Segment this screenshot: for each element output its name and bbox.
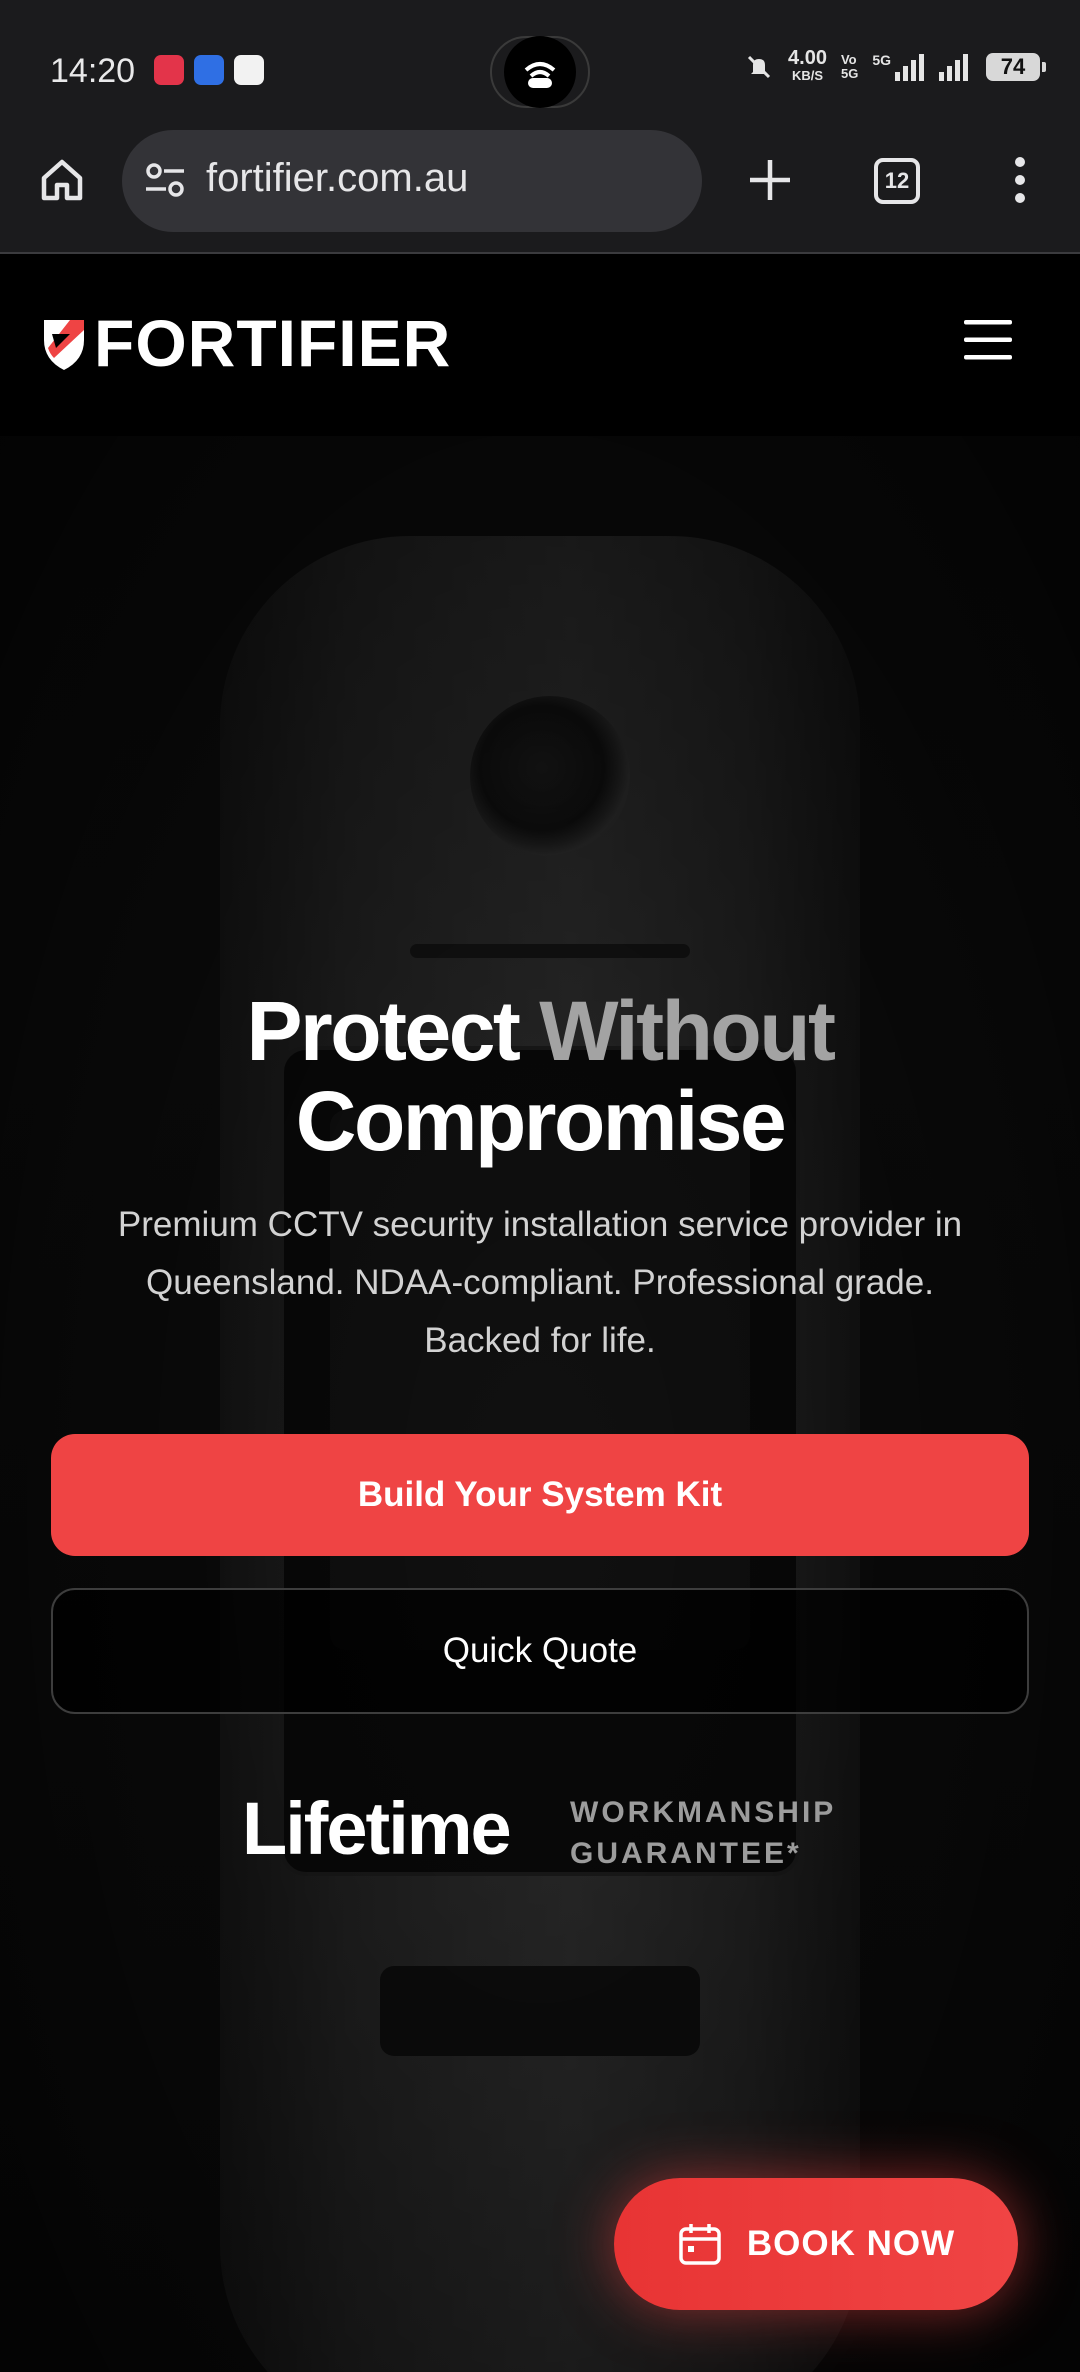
- site-settings-icon[interactable]: [144, 162, 186, 198]
- site-header: FORTIFIER: [0, 256, 1080, 436]
- guarantee-subtitle: WORKMANSHIP GUARANTEE*: [570, 1796, 837, 1870]
- address-bar[interactable]: fortifier.com.au: [122, 130, 702, 232]
- guarantee-badge: Lifetime WORKMANSHIP GUARANTEE*: [242, 1782, 882, 1882]
- status-time: 14:20: [50, 52, 136, 90]
- tab-switcher-button[interactable]: 12: [874, 158, 920, 204]
- signal-5g-indicator: 5G: [872, 52, 924, 82]
- mute-icon: [747, 55, 771, 79]
- quick-quote-button[interactable]: Quick Quote: [51, 1588, 1029, 1714]
- book-now-button[interactable]: BOOK NOW: [614, 2178, 1018, 2310]
- hero-section: Protect Without Compromise Premium CCTV …: [0, 436, 1080, 2372]
- hamburger-menu-icon[interactable]: [962, 318, 1014, 362]
- signal-icon: [895, 54, 924, 81]
- home-icon[interactable]: [36, 154, 88, 206]
- network-speed: 4.00 KB/S: [788, 47, 827, 83]
- book-now-label: BOOK NOW: [746, 2224, 956, 2263]
- status-bar: 14:20 4.00 KB/S Vo 5G 5G 74: [0, 0, 1080, 128]
- hero-subtitle: Premium CCTV security installation servi…: [117, 1205, 963, 1360]
- hotspot-app-icon: [234, 55, 264, 85]
- signal-icon-2: [939, 54, 968, 81]
- shield-logo-icon: [44, 320, 84, 370]
- guarantee-title: Lifetime: [242, 1787, 512, 1870]
- calendar-icon: [679, 2224, 721, 2265]
- hotspot-icon: [524, 62, 556, 88]
- new-tab-icon[interactable]: [744, 154, 796, 206]
- status-indicators: 4.00 KB/S Vo 5G 5G 74: [744, 47, 1046, 84]
- logo-text: FORTIFIER: [94, 306, 452, 380]
- volte-icon: Vo 5G: [840, 52, 859, 81]
- more-options-icon[interactable]: [1010, 154, 1030, 206]
- notification-icons: [154, 55, 264, 85]
- build-system-kit-button[interactable]: Build Your System Kit: [51, 1434, 1029, 1556]
- shopping-app-icon: [154, 55, 184, 85]
- camera-cutout: [490, 36, 590, 108]
- cloud-app-icon: [194, 55, 224, 85]
- hero-headline: Protect Without Compromise: [246, 984, 836, 1168]
- battery-indicator: 74: [986, 53, 1046, 81]
- browser-toolbar: fortifier.com.au 12: [0, 128, 1080, 254]
- site-logo[interactable]: FORTIFIER: [40, 306, 452, 380]
- url-text[interactable]: fortifier.com.au: [206, 156, 468, 201]
